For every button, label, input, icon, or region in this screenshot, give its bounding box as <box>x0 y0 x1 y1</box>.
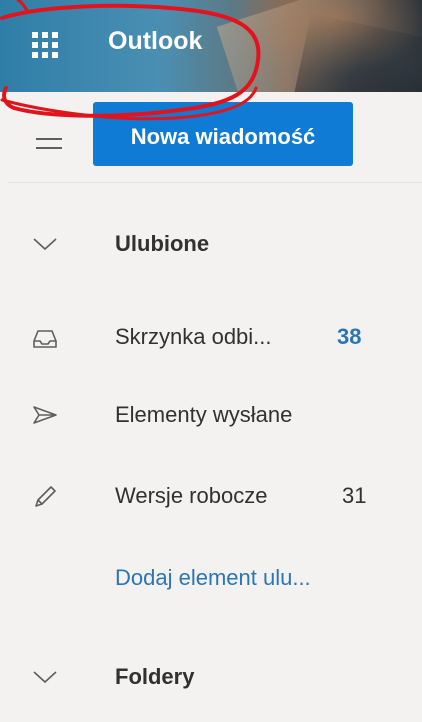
toolbar-divider <box>8 182 422 183</box>
favorites-header[interactable]: Ulubione <box>0 217 422 271</box>
unread-count: 38 <box>337 324 362 349</box>
folder-label: Wersje robocze <box>115 483 268 508</box>
app-name[interactable]: Outlook <box>108 27 202 56</box>
folder-label: Skrzynka odbi... <box>115 324 272 349</box>
folder-item-inbox[interactable]: Skrzynka odbi... 38 <box>0 310 422 364</box>
new-message-button[interactable]: Nowa wiadomość <box>93 102 353 166</box>
item-count: 31 <box>342 483 367 508</box>
folders-header[interactable]: Foldery <box>0 650 422 704</box>
send-arrow-icon <box>33 406 57 424</box>
folders-label: Foldery <box>115 664 195 689</box>
folder-label: Elementy wysłane <box>115 402 293 427</box>
waffle-grid-icon[interactable] <box>28 28 62 62</box>
folder-item-sent[interactable]: Elementy wysłane <box>0 388 422 442</box>
chevron-down-icon[interactable] <box>30 663 60 691</box>
folder-item-drafts[interactable]: Wersje robocze 31 <box>0 469 422 523</box>
favorites-label: Ulubione <box>115 231 210 256</box>
pencil-icon <box>35 486 56 507</box>
add-favorite-link[interactable]: Dodaj element ulu... <box>115 565 311 591</box>
hamburger-menu-icon[interactable] <box>36 138 62 158</box>
chevron-down-icon[interactable] <box>30 230 60 258</box>
header-banner: Outlook <box>0 0 422 92</box>
inbox-tray-icon <box>33 330 57 348</box>
